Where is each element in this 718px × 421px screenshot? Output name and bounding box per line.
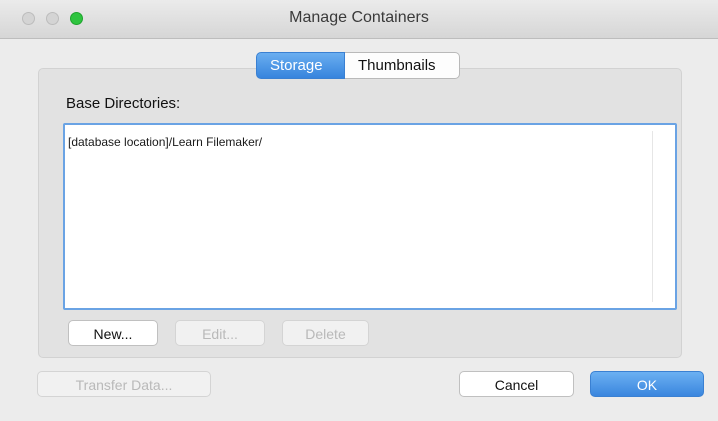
edit-button[interactable]: Edit... bbox=[175, 320, 265, 346]
delete-button[interactable]: Delete bbox=[282, 320, 369, 346]
tab-bar: Storage Thumbnails bbox=[256, 52, 460, 79]
tab-thumbnails[interactable]: Thumbnails bbox=[345, 52, 460, 79]
list-scrollbar[interactable] bbox=[652, 131, 669, 302]
new-button[interactable]: New... bbox=[68, 320, 158, 346]
base-directories-label: Base Directories: bbox=[66, 95, 181, 112]
tab-storage[interactable]: Storage bbox=[256, 52, 345, 79]
list-item[interactable]: [database location]/Learn Filemaker/ bbox=[68, 135, 262, 149]
manage-containers-dialog: Manage Containers Storage Thumbnails Bas… bbox=[0, 0, 718, 421]
title-bar[interactable]: Manage Containers bbox=[0, 0, 718, 39]
cancel-button[interactable]: Cancel bbox=[459, 371, 574, 397]
ok-button[interactable]: OK bbox=[590, 371, 704, 397]
base-directories-list[interactable]: [database location]/Learn Filemaker/ bbox=[63, 123, 677, 310]
transfer-data-button[interactable]: Transfer Data... bbox=[37, 371, 211, 397]
window-title: Manage Containers bbox=[289, 9, 429, 26]
